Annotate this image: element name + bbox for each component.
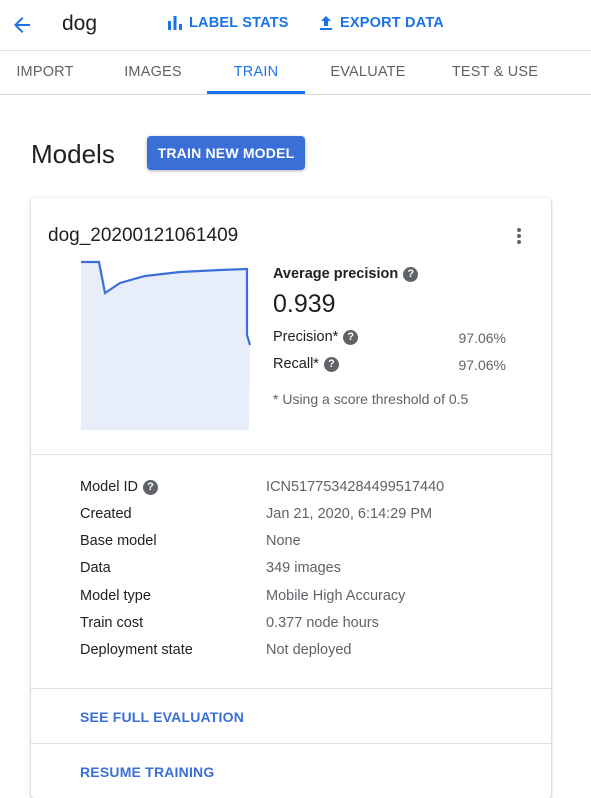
precision-recall-chart <box>81 260 252 430</box>
train-cost-value: 0.377 node hours <box>266 615 379 631</box>
arrow-left-icon[interactable] <box>10 13 34 37</box>
average-precision-value: 0.939 <box>273 290 336 318</box>
bar-chart-icon <box>168 16 182 30</box>
label-stats-button[interactable]: LABEL STATS <box>167 15 289 31</box>
model-id-label: Model ID? <box>80 479 159 495</box>
data-label: Data <box>80 560 111 576</box>
tab-test-and-use[interactable]: TEST & USE <box>445 51 545 94</box>
model-card: dog_20200121061409 Average precision? 0.… <box>31 198 551 798</box>
train-cost-label: Train cost <box>80 615 144 631</box>
export-data-label: EXPORT DATA <box>340 15 444 31</box>
help-circle-icon[interactable]: ? <box>323 356 339 372</box>
base-model-value: None <box>266 533 301 549</box>
tab-evaluate[interactable]: EVALUATE <box>320 51 416 94</box>
page-title: Models <box>31 139 115 169</box>
tab-import[interactable]: IMPORT <box>2 51 88 94</box>
created-label: Created <box>80 506 132 522</box>
model-type-value: Mobile High Accuracy <box>266 588 406 604</box>
help-circle-icon[interactable]: ? <box>143 479 159 495</box>
precision-recall-area <box>81 262 250 430</box>
average-precision-label: Average precision? <box>273 266 419 282</box>
label-stats-label: LABEL STATS <box>189 15 289 31</box>
tab-train[interactable]: TRAIN <box>207 51 305 94</box>
dataset-name: dog <box>62 12 98 35</box>
precision-value: 97.06% <box>458 330 506 346</box>
upload-icon <box>320 16 332 30</box>
base-model-label: Base model <box>80 533 157 549</box>
tab-images[interactable]: IMAGES <box>110 51 196 94</box>
threshold-note: * Using a score threshold of 0.5 <box>273 391 469 407</box>
model-type-label: Model type <box>80 588 151 604</box>
divider <box>31 454 551 455</box>
export-data-button[interactable]: EXPORT DATA <box>318 15 444 31</box>
deployment-state-value: Not deployed <box>266 642 352 658</box>
precision-label: Precision*? <box>273 329 359 345</box>
model-name: dog_20200121061409 <box>48 225 239 246</box>
divider <box>31 743 551 744</box>
tab-bar: IMPORT IMAGES TRAIN EVALUATE TEST & USE <box>0 51 591 95</box>
divider <box>31 688 551 689</box>
see-full-evaluation-link[interactable]: SEE FULL EVALUATION <box>80 709 244 725</box>
created-value: Jan 21, 2020, 6:14:29 PM <box>266 506 433 522</box>
help-circle-icon[interactable]: ? <box>343 329 359 345</box>
recall-value: 97.06% <box>458 357 506 373</box>
more-vert-icon[interactable] <box>513 226 525 248</box>
resume-training-link[interactable]: RESUME TRAINING <box>80 764 214 780</box>
help-circle-icon[interactable]: ? <box>403 266 419 282</box>
top-bar: dog LABEL STATS EXPORT DATA <box>0 0 591 51</box>
train-new-model-button[interactable]: TRAIN NEW MODEL <box>147 136 305 170</box>
data-value: 349 images <box>266 560 341 576</box>
recall-label: Recall*? <box>273 356 339 372</box>
deployment-state-label: Deployment state <box>80 642 193 658</box>
model-id-value: ICN5177534284499517440 <box>266 479 445 495</box>
